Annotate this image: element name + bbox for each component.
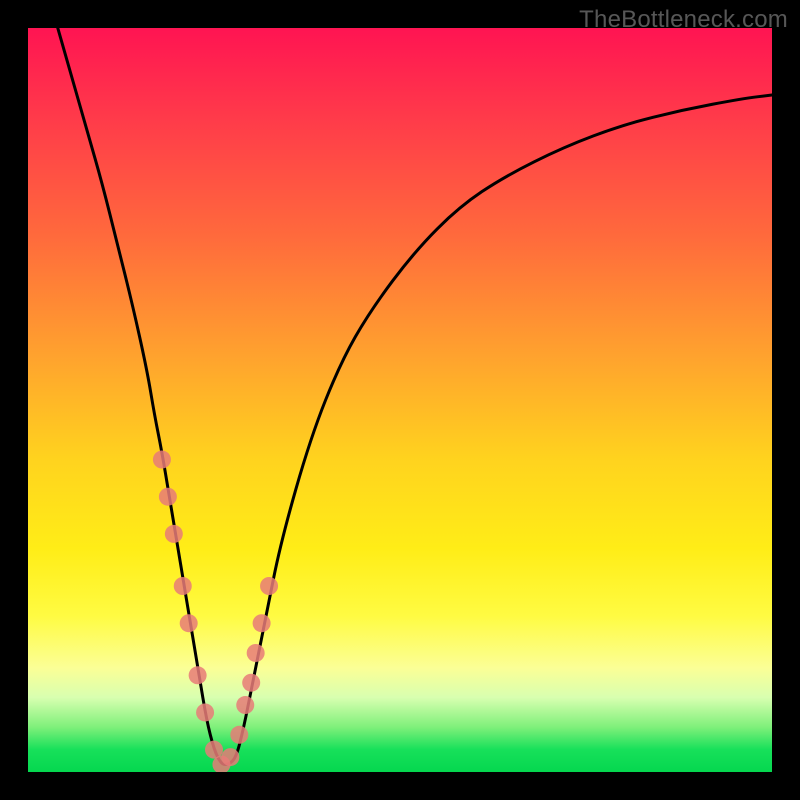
data-point — [260, 577, 278, 595]
data-point — [236, 696, 254, 714]
data-point — [174, 577, 192, 595]
data-point — [253, 614, 271, 632]
data-point — [180, 614, 198, 632]
data-point — [221, 748, 239, 766]
data-point — [165, 525, 183, 543]
data-point — [159, 488, 177, 506]
curve-data-points — [153, 451, 278, 772]
data-point — [196, 703, 214, 721]
data-point — [247, 644, 265, 662]
chart-plot-area — [28, 28, 772, 772]
bottleneck-curve-svg — [28, 28, 772, 772]
data-point — [153, 451, 171, 469]
bottleneck-curve-path — [58, 28, 772, 765]
data-point — [189, 666, 207, 684]
watermark-text: TheBottleneck.com — [579, 6, 788, 34]
data-point — [242, 674, 260, 692]
data-point — [230, 726, 248, 744]
